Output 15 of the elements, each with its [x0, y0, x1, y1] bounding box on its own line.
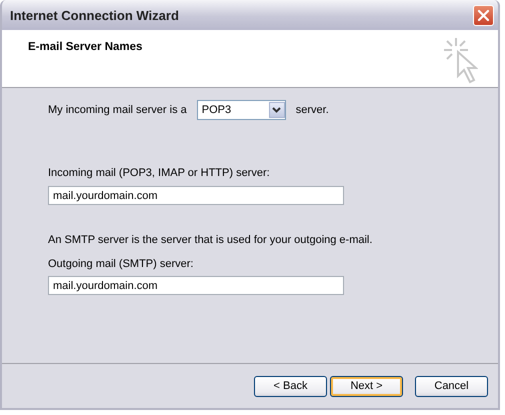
close-button[interactable] [473, 4, 494, 26]
wizard-button[interactable]: < Back [254, 376, 327, 396]
window-title: Internet Connection Wizard [10, 8, 179, 22]
server-suffix-label: server. [296, 104, 329, 116]
server-type-dropdown[interactable]: POP3 [196, 100, 286, 120]
smtp-note: An SMTP server is the server that is used for your outgoing e-mail. [48, 233, 372, 247]
page-title: E-mail Server Names [28, 41, 142, 53]
incoming-server-field[interactable]: mail.yourdomain.com [48, 186, 344, 205]
outgoing-server-label: Outgoing mail (SMTP) server: [48, 257, 194, 271]
incoming-server-label: Incoming mail (POP3, IMAP or HTTP) server: [48, 166, 270, 180]
close-icon [477, 8, 490, 22]
server-type-label: My incoming mail server is a [48, 104, 187, 116]
wizard-button[interactable]: Next > [330, 376, 403, 396]
wizard-button[interactable]: Cancel [415, 376, 488, 396]
outgoing-server-field[interactable]: mail.yourdomain.com [48, 276, 344, 295]
